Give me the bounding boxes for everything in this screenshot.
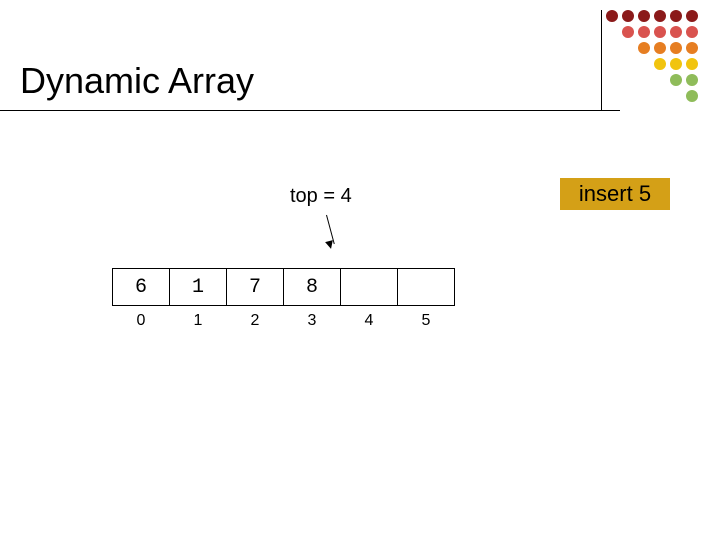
dot-icon <box>638 42 650 54</box>
array-index: 3 <box>283 312 341 330</box>
dot-icon <box>670 58 682 70</box>
dot-icon <box>686 90 698 102</box>
dot-icon <box>686 74 698 86</box>
dot-icon <box>654 58 666 70</box>
dot-icon <box>670 26 682 38</box>
array-cell: 1 <box>169 268 227 306</box>
top-pointer-arrow <box>326 215 327 245</box>
dot-icon <box>622 10 634 22</box>
dot-icon <box>654 42 666 54</box>
dot-icon <box>654 26 666 38</box>
dot-icon <box>654 10 666 22</box>
array-cell <box>340 268 398 306</box>
dot-icon <box>622 26 634 38</box>
dot-icon <box>606 10 618 22</box>
dot-icon <box>686 42 698 54</box>
dot-icon <box>686 26 698 38</box>
dot-icon <box>686 58 698 70</box>
dot-icon <box>638 26 650 38</box>
slide-title: Dynamic Array <box>20 60 254 102</box>
array-index: 1 <box>169 312 227 330</box>
vertical-divider <box>601 10 602 110</box>
array-cell: 6 <box>112 268 170 306</box>
dot-icon <box>670 42 682 54</box>
dot-icon <box>670 10 682 22</box>
array-cell <box>397 268 455 306</box>
array-cell: 8 <box>283 268 341 306</box>
title-underline <box>0 110 620 111</box>
dot-icon <box>638 10 650 22</box>
array-index: 5 <box>397 312 455 330</box>
dot-icon <box>686 10 698 22</box>
array-cells: 6178 <box>112 268 455 306</box>
corner-dots-decoration <box>606 10 700 104</box>
array-index: 2 <box>226 312 284 330</box>
array-cell: 7 <box>226 268 284 306</box>
array-index: 4 <box>340 312 398 330</box>
dot-icon <box>670 74 682 86</box>
array-index: 0 <box>112 312 170 330</box>
top-pointer-label: top = 4 <box>290 185 352 208</box>
insert-operation-box: insert 5 <box>560 178 670 210</box>
array-indices: 012345 <box>112 312 455 330</box>
